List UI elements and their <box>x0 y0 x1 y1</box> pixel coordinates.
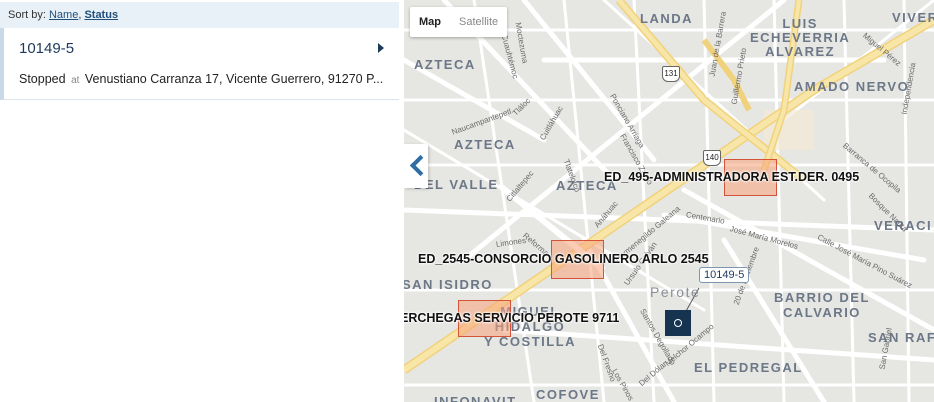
map-type-map-button[interactable]: Map <box>410 7 450 37</box>
place-label: COFOVE <box>536 387 600 402</box>
vehicle-status-line: Stopped at Venustiano Carranza 17, Vicen… <box>19 72 389 86</box>
sort-by-name-link[interactable]: Name <box>49 9 78 21</box>
vehicle-list-item[interactable]: 10149-5 Stopped at Venustiano Carranza 1… <box>0 28 399 100</box>
sort-label: Sort by: <box>8 9 46 21</box>
collapse-panel-chevron-icon[interactable] <box>404 144 428 188</box>
place-label: LUIS ECHEVERRIA ALVAREZ <box>750 16 851 59</box>
place-label: EL PEDREGAL <box>694 360 803 375</box>
expand-arrow-icon[interactable] <box>378 43 384 53</box>
place-label: LANDA <box>640 11 693 26</box>
place-label: SAN ISIDRO <box>404 277 493 292</box>
highway-shield-icon: 140 <box>703 150 721 166</box>
highway-shield-icon: 131 <box>662 66 680 82</box>
vehicle-marker-icon[interactable] <box>665 310 691 336</box>
map-type-satellite-button[interactable]: Satellite <box>450 7 507 37</box>
vehicle-id: 10149-5 <box>19 40 75 57</box>
geofence-label: ED_495-ADMINISTRADORA EST.DER. 0495 <box>604 170 860 184</box>
map-view[interactable]: 131 140 LANDA VIVER LUIS ECHEVERRIA ALVA… <box>404 0 934 402</box>
geofence-label: ERCHEGAS SERVICIO PEROTE 9711 <box>404 311 620 325</box>
vehicle-callout[interactable]: 10149-5 <box>699 267 750 283</box>
place-label: SAN RAF <box>868 330 934 345</box>
place-label: BARRIO DEL CALVARIO <box>774 290 870 320</box>
at-label: at <box>71 75 80 86</box>
place-label: AZTECA <box>454 137 516 152</box>
place-label: AMADO NERVO <box>794 79 910 94</box>
sort-by-status-link[interactable]: Status <box>84 9 118 21</box>
sort-bar: Sort by: Name, Status <box>0 2 399 28</box>
place-label: Perote <box>650 284 701 300</box>
place-label: AZTECA <box>414 57 476 72</box>
vehicle-status: Stopped <box>19 72 66 86</box>
vehicle-address: Venustiano Carranza 17, Vicente Guerrero… <box>84 72 384 86</box>
place-label: INFONAVIT <box>434 394 517 402</box>
geofence-label: ED_2545-CONSORCIO GASOLINERO ARLO 2545 <box>418 252 709 266</box>
sort-separator: , <box>78 9 82 21</box>
vehicle-list-panel: Sort by: Name, Status 10149-5 Stopped at… <box>0 0 404 402</box>
map-type-control: Map Satellite <box>410 7 508 37</box>
place-label: VIVER <box>892 10 934 25</box>
